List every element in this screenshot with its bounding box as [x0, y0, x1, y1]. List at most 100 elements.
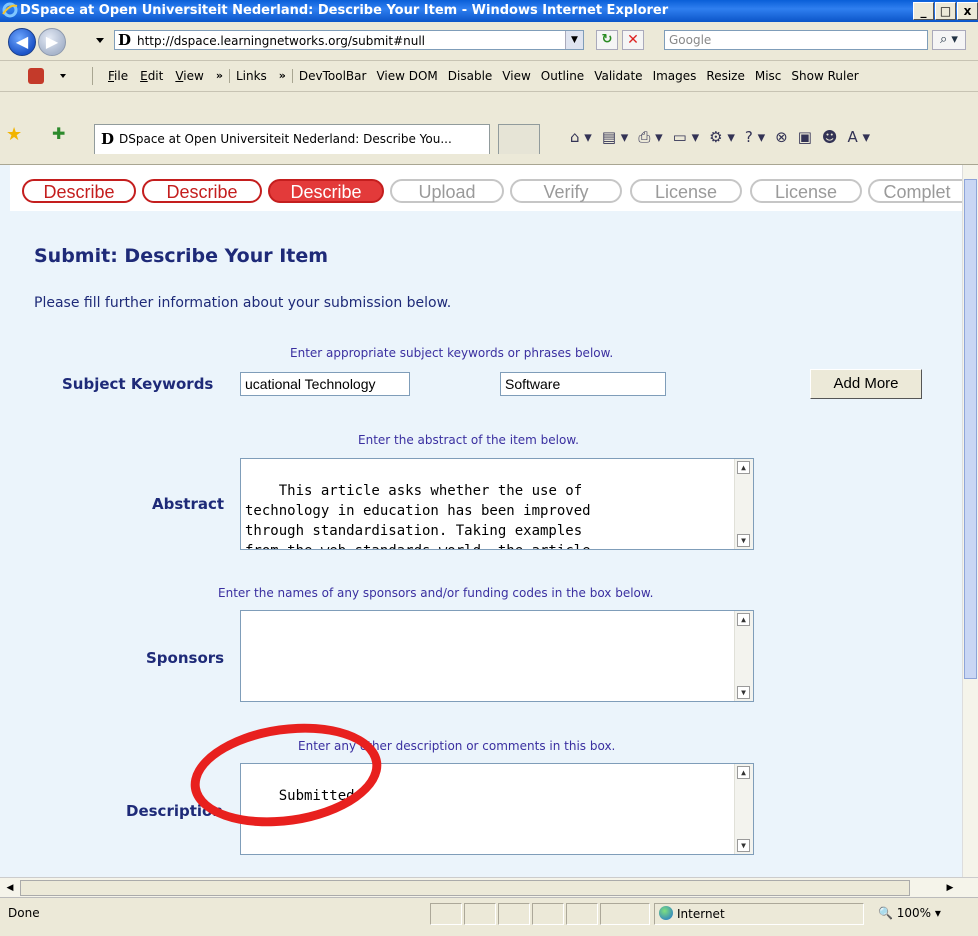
horizontal-scroll-thumb[interactable]: [20, 880, 910, 896]
scroll-down-icon[interactable]: ▼: [737, 534, 750, 547]
abstract-hint: Enter the abstract of the item below.: [358, 433, 579, 447]
research-icon[interactable]: ▣: [798, 128, 812, 146]
zoom-level: 100%: [896, 906, 932, 920]
abstract-scrollbar[interactable]: ▲ ▼: [734, 459, 753, 549]
address-url: http://dspace.learningnetworks.org/submi…: [137, 34, 426, 48]
page-vertical-scrollbar[interactable]: [962, 165, 978, 877]
sponsors-textarea[interactable]: ▲ ▼: [240, 610, 754, 702]
toolbar-addon-icon[interactable]: [28, 68, 44, 84]
links-toolbar[interactable]: Links: [228, 69, 267, 83]
page-title: Submit: Describe Your Item: [34, 245, 329, 267]
show-ruler-button[interactable]: Show Ruler: [791, 69, 858, 83]
view-menu[interactable]: View: [502, 69, 530, 83]
devtoolbar-button[interactable]: DevToolBar: [291, 69, 366, 83]
menu-edit[interactable]: Edit: [140, 69, 163, 83]
ie-logo-icon: [2, 2, 18, 18]
status-cell: [600, 903, 650, 925]
home-icon[interactable]: ⌂ ▾: [570, 128, 592, 146]
back-button[interactable]: ◀: [8, 28, 36, 56]
sponsors-hint: Enter the names of any sponsors and/or f…: [218, 586, 654, 600]
window-controls: _ □ x: [912, 2, 978, 20]
zoom-icon: 🔍: [878, 906, 893, 920]
scroll-up-icon[interactable]: ▲: [737, 461, 750, 474]
progress-step-1[interactable]: Describe: [22, 179, 136, 203]
window-title: DSpace at Open Universiteit Nederland: D…: [20, 3, 669, 18]
refresh-button[interactable]: ↻: [596, 30, 618, 50]
search-button[interactable]: ⌕ ▾: [932, 30, 966, 50]
translate-icon[interactable]: A ▾: [848, 128, 871, 146]
feeds-icon[interactable]: ▤ ▾: [602, 128, 628, 146]
scroll-left-icon[interactable]: ◀: [2, 880, 18, 896]
zoom-control[interactable]: 🔍 100% ▾: [878, 903, 974, 925]
forward-arrow-icon: ▶: [45, 32, 59, 51]
window-title-bar[interactable]: DSpace at Open Universiteit Nederland: D…: [0, 0, 978, 22]
status-cell: [430, 903, 462, 925]
search-icon: ⌕: [940, 32, 948, 47]
addon-dropdown-icon[interactable]: [60, 74, 66, 78]
minimize-button[interactable]: _: [913, 2, 934, 20]
scroll-right-icon[interactable]: ▶: [942, 880, 958, 896]
validate-menu[interactable]: Validate: [594, 69, 642, 83]
outline-menu[interactable]: Outline: [541, 69, 584, 83]
back-arrow-icon: ◀: [15, 32, 29, 51]
scroll-up-icon[interactable]: ▲: [737, 766, 750, 779]
submission-progress-bar: Describe Describe Describe Upload Verify…: [10, 165, 962, 211]
print-icon[interactable]: ⎙ ▾: [638, 128, 662, 146]
zone-label: Internet: [677, 907, 725, 921]
scroll-down-icon[interactable]: ▼: [737, 839, 750, 852]
security-zone[interactable]: Internet: [654, 903, 864, 925]
stop-button[interactable]: ✕: [622, 30, 644, 50]
sponsors-scrollbar[interactable]: ▲ ▼: [734, 611, 753, 701]
resize-menu[interactable]: Resize: [706, 69, 744, 83]
page-horizontal-scrollbar[interactable]: ◀ ▶: [0, 877, 978, 897]
messenger-icon[interactable]: ☻: [822, 128, 838, 146]
vertical-scroll-thumb[interactable]: [964, 179, 977, 679]
menu-bar: File Edit View » Links » DevToolBar View…: [0, 61, 978, 92]
close-button[interactable]: x: [957, 2, 978, 20]
address-toolbar: ◀ ▶ D http://dspace.learningnetworks.org…: [0, 22, 978, 61]
menu-file[interactable]: File: [108, 69, 128, 83]
menu-view[interactable]: View: [175, 69, 203, 83]
recent-pages-dropdown-icon[interactable]: [96, 38, 104, 43]
scroll-up-icon[interactable]: ▲: [737, 613, 750, 626]
description-scrollbar[interactable]: ▲ ▼: [734, 764, 753, 854]
menu-overflow-chevron[interactable]: »: [216, 69, 223, 83]
abstract-label: Abstract: [152, 495, 225, 513]
abstract-textarea[interactable]: This article asks whether the use of tec…: [240, 458, 754, 550]
page-icon[interactable]: ▭ ▾: [673, 128, 699, 146]
status-cell: [498, 903, 530, 925]
favorites-star-icon[interactable]: ★: [6, 124, 22, 145]
scroll-down-icon[interactable]: ▼: [737, 686, 750, 699]
command-bar: ⌂ ▾ ▤ ▾ ⎙ ▾ ▭ ▾ ⚙ ▾ ? ▾ ⊗ ▣ ☻ A ▾: [570, 128, 870, 146]
status-cell: [532, 903, 564, 925]
add-more-button[interactable]: Add More: [810, 369, 922, 399]
block-icon[interactable]: ⊗: [775, 128, 788, 146]
search-input[interactable]: Google: [664, 30, 928, 50]
tab-title: DSpace at Open Universiteit Nederland: D…: [119, 132, 452, 146]
forward-button[interactable]: ▶: [38, 28, 66, 56]
misc-menu[interactable]: Misc: [755, 69, 782, 83]
progress-step-2[interactable]: Describe: [142, 179, 262, 203]
address-input[interactable]: D http://dspace.learningnetworks.org/sub…: [114, 30, 584, 50]
address-dropdown-icon[interactable]: ▼: [565, 31, 583, 49]
maximize-button[interactable]: □: [935, 2, 956, 20]
help-icon[interactable]: ? ▾: [745, 128, 765, 146]
subject-keyword-input-1[interactable]: ucational Technology: [240, 372, 410, 396]
globe-icon: [659, 906, 673, 920]
tab-favicon-icon: D: [101, 130, 115, 148]
status-cell: [464, 903, 496, 925]
menu-items: File Edit View » Links » DevToolBar View…: [108, 69, 859, 83]
images-menu[interactable]: Images: [653, 69, 697, 83]
disable-menu[interactable]: Disable: [448, 69, 493, 83]
progress-step-7: License: [750, 179, 862, 203]
page-viewport: Describe Describe Describe Upload Verify…: [0, 165, 962, 877]
new-tab-button[interactable]: [498, 124, 540, 154]
subject-keyword-input-2[interactable]: Software: [500, 372, 666, 396]
add-favorite-icon[interactable]: ✚: [52, 124, 65, 143]
abstract-text: This article asks whether the use of tec…: [245, 483, 591, 549]
tab-dspace[interactable]: D DSpace at Open Universiteit Nederland:…: [94, 124, 490, 154]
links-overflow-chevron[interactable]: »: [279, 69, 286, 83]
view-dom-button[interactable]: View DOM: [376, 69, 437, 83]
tools-gear-icon[interactable]: ⚙ ▾: [709, 128, 735, 146]
toolbar-separator: [92, 67, 93, 85]
